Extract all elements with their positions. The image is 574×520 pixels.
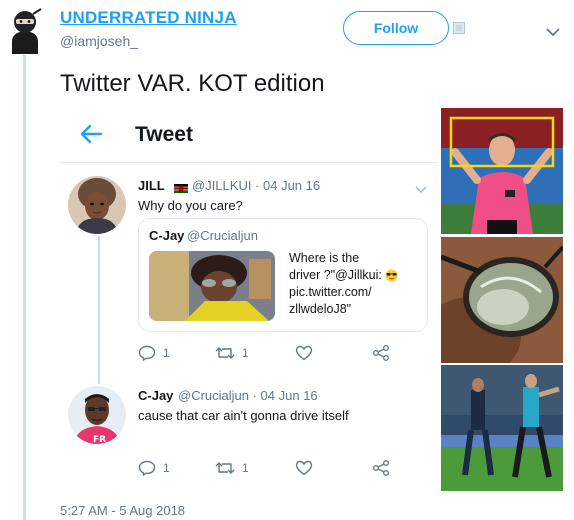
heart-icon: [295, 460, 320, 476]
quote-handle: @Crucialjun: [187, 228, 258, 243]
quote-tweet-card[interactable]: C-Jay @Crucialjun Where is the driver ?"…: [138, 218, 428, 332]
chevron-down-icon[interactable]: [415, 181, 427, 194]
football-match-photo[interactable]: [441, 365, 563, 491]
kenya-flag-icon: [174, 180, 188, 193]
like-action[interactable]: [295, 460, 320, 476]
share-action[interactable]: [372, 460, 397, 476]
profile-avatar[interactable]: [8, 8, 42, 54]
retweet-action[interactable]: 1: [215, 345, 249, 361]
screenshot-heading: Tweet: [135, 123, 193, 146]
thread-line: [23, 55, 26, 520]
back-arrow-icon: [80, 124, 103, 144]
jill-avatar: [68, 176, 126, 234]
reply-2-name[interactable]: C-Jay: [138, 388, 173, 403]
referee-photo[interactable]: [441, 108, 563, 234]
reply-icon: [138, 345, 163, 361]
reply-icon: [138, 460, 163, 476]
quote-line: driver ?"@Jillkui:: [289, 268, 382, 282]
sunglasses-emoji-icon: [385, 269, 398, 282]
chevron-down-icon[interactable]: [546, 24, 560, 37]
heart-icon: [295, 345, 320, 361]
share-icon: [372, 345, 397, 361]
quote-photo[interactable]: [149, 251, 275, 321]
divider: [60, 162, 438, 163]
retweet-icon: [215, 345, 242, 361]
quote-line: zllwdeloJ8": [289, 302, 352, 316]
quote-line-with-emoji: driver ?"@Jillkui:: [289, 267, 423, 284]
svg-text:FR: FR: [93, 435, 106, 444]
sunglasses-closeup-photo[interactable]: [441, 237, 563, 363]
display-name[interactable]: UNDERRATED NINJA: [60, 8, 237, 28]
follow-button[interactable]: Follow: [343, 11, 449, 45]
reply-count: 1: [163, 346, 170, 360]
cjay-avatar: FR: [68, 386, 126, 444]
quote-text: Where is the driver ?"@Jillkui: pic.twit…: [289, 250, 423, 318]
retweet-icon: [215, 460, 242, 476]
tweet-timestamp[interactable]: 5:27 AM - 5 Aug 2018: [60, 503, 185, 518]
share-action[interactable]: [372, 345, 397, 361]
reply-1-name[interactable]: JILL: [138, 178, 165, 193]
quote-name: C-Jay: [149, 228, 185, 243]
reply-1-meta: @JILLKUI · 04 Jun 16: [192, 178, 321, 193]
reply-connector-line: [98, 236, 100, 384]
share-icon: [372, 460, 397, 476]
reply-count: 1: [163, 461, 170, 475]
user-handle[interactable]: @iamjoseh_: [60, 33, 138, 49]
tweet-text: Twitter VAR. KOT edition: [60, 70, 325, 97]
like-action[interactable]: [295, 345, 320, 361]
retweet-count: 1: [242, 346, 249, 360]
reply-2-text: cause that car ain't gonna drive itself: [138, 408, 349, 423]
quote-line: pic.twitter.com/: [289, 285, 372, 299]
retweet-count: 1: [242, 461, 249, 475]
quote-line: Where is the: [289, 251, 360, 265]
reply-1-text: Why do you care?: [138, 198, 243, 213]
reply-action[interactable]: 1: [138, 460, 170, 476]
reply-2-meta: @Crucialjun · 04 Jun 16: [178, 388, 318, 403]
retweet-action[interactable]: 1: [215, 460, 249, 476]
embedded-screenshot[interactable]: Tweet JILL @JILLKUI · 04 Jun 16 Why do y…: [60, 108, 438, 493]
reply-action[interactable]: 1: [138, 345, 170, 361]
follow-dm-icon[interactable]: [453, 21, 465, 34]
